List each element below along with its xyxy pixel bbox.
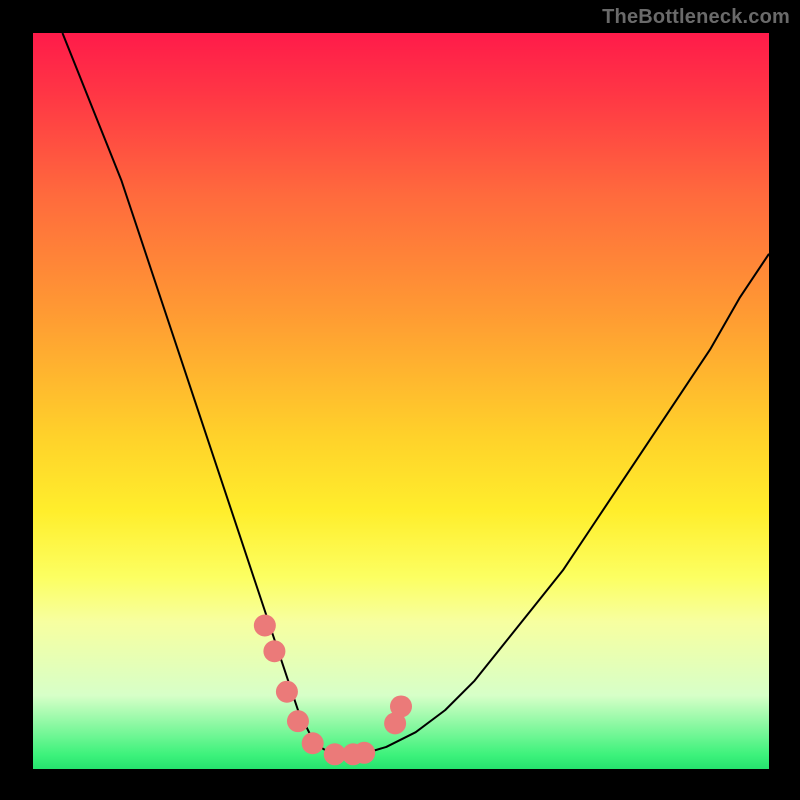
highlight-dot [276, 681, 298, 703]
highlight-dot [390, 695, 412, 717]
chart-frame: TheBottleneck.com [0, 0, 800, 800]
highlight-dot [302, 732, 324, 754]
chart-svg [33, 33, 769, 769]
curve-path [62, 33, 769, 754]
highlight-dot [287, 710, 309, 732]
watermark-text: TheBottleneck.com [602, 6, 790, 29]
highlight-dot [263, 640, 285, 662]
highlight-dot [353, 742, 375, 764]
highlight-dot [254, 614, 276, 636]
plot-area [33, 33, 769, 769]
